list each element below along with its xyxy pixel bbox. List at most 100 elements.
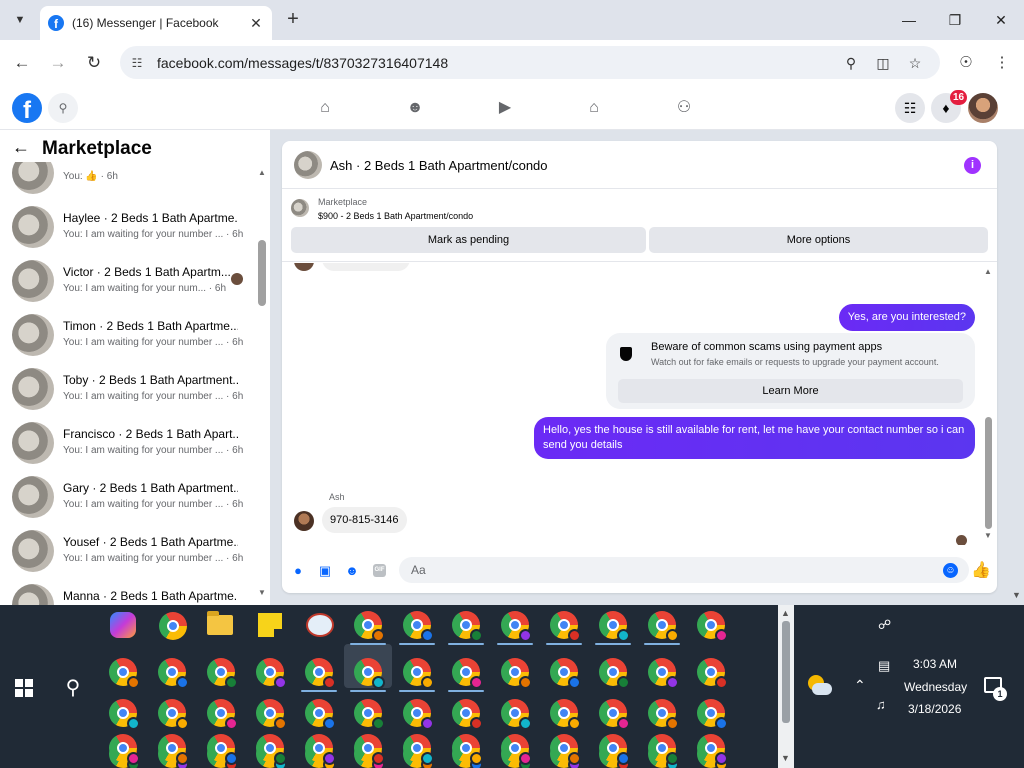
search-icon[interactable]: ⚲ — [48, 93, 78, 123]
install-icon[interactable]: ◫ — [873, 53, 893, 73]
minimize-icon[interactable]: — — [894, 8, 924, 32]
photo-icon[interactable]: ▣ — [317, 563, 333, 579]
conversation-list-scrollbar[interactable]: ▲ ▼ — [258, 168, 266, 600]
new-tab-icon[interactable]: + — [282, 9, 304, 31]
thumbs-up-icon[interactable]: 👍 — [971, 561, 991, 581]
chrome-profile-icon[interactable] — [109, 699, 140, 730]
url-text[interactable]: facebook.com/messages/t/8370327316407148 — [157, 55, 448, 71]
search-icon[interactable]: ⚲ — [60, 675, 86, 701]
chrome-profile-icon[interactable] — [403, 611, 434, 642]
gaming-icon[interactable]: ⚇ — [672, 96, 696, 120]
outgoing-message[interactable]: Yes, are you interested? — [838, 304, 975, 331]
chrome-profile-icon[interactable] — [207, 658, 238, 689]
chrome-profile-icon[interactable] — [354, 699, 385, 730]
chrome-profile-icon[interactable] — [697, 611, 728, 642]
chrome-profile-icon[interactable] — [599, 611, 630, 642]
chrome-profile-icon[interactable] — [550, 611, 581, 642]
chrome-profile-icon[interactable] — [354, 734, 385, 765]
back-arrow-icon[interactable]: ← — [12, 138, 30, 156]
chrome-profile-icon[interactable] — [648, 734, 679, 765]
chat-scrollbar[interactable]: ▲ ▼ — [983, 267, 993, 540]
chrome-profile-icon[interactable] — [354, 658, 385, 689]
chrome-profile-icon[interactable] — [207, 699, 238, 730]
weather-icon[interactable] — [806, 675, 832, 697]
close-icon[interactable]: ✕ — [248, 15, 264, 32]
clock-day[interactable]: Wednesday — [904, 680, 967, 694]
scroll-up-icon[interactable]: ▲ — [781, 608, 790, 618]
chrome-profile-icon[interactable] — [550, 699, 581, 730]
emoji-icon[interactable]: ☺ — [943, 563, 958, 578]
page-scroll-down-icon[interactable]: ▼ — [1012, 590, 1021, 600]
sticky-notes-icon[interactable] — [258, 613, 282, 637]
chrome-profile-icon[interactable] — [158, 658, 189, 689]
network-icon[interactable]: ▤ — [878, 658, 890, 674]
chrome-profile-icon[interactable] — [550, 734, 581, 765]
file-explorer-icon[interactable] — [207, 611, 233, 635]
chrome-profile-icon[interactable] — [305, 699, 336, 730]
chrome-profile-icon[interactable] — [305, 734, 336, 765]
chrome-profile-icon[interactable] — [648, 611, 679, 642]
browser-tab[interactable]: f (16) Messenger | Facebook ✕ — [40, 6, 272, 40]
chrome-profile-icon[interactable] — [403, 734, 434, 765]
snipping-tool-icon[interactable] — [306, 613, 334, 637]
list-item[interactable]: Yousef · 2 Beds 1 Bath Apartme... You: I… — [0, 526, 256, 580]
list-item[interactable]: Manna · 2 Beds 1 Bath Apartme... — [0, 580, 256, 605]
scroll-up-icon[interactable]: ▲ — [258, 168, 266, 177]
scrollbar-thumb[interactable] — [258, 240, 266, 306]
forward-icon[interactable]: → — [46, 51, 70, 75]
account-avatar[interactable] — [968, 93, 998, 123]
listing-thumbnail[interactable] — [291, 199, 309, 217]
scroll-down-icon[interactable]: ▼ — [984, 531, 992, 540]
chrome-profile-icon[interactable] — [501, 658, 532, 689]
back-icon[interactable]: ← — [10, 51, 34, 75]
chrome-profile-icon[interactable] — [354, 611, 385, 642]
site-info-icon[interactable]: ☷ — [128, 54, 146, 72]
chrome-profile-icon[interactable] — [697, 734, 728, 765]
clock-date[interactable]: 3/18/2026 — [908, 702, 961, 716]
sender-avatar[interactable] — [294, 511, 314, 531]
reload-icon[interactable]: ↻ — [82, 51, 106, 75]
apps-grid-icon[interactable]: ☷ — [895, 93, 925, 123]
chrome-profile-icon[interactable] — [158, 734, 189, 765]
scroll-up-icon[interactable]: ▲ — [984, 267, 992, 276]
chevron-up-icon[interactable]: ⌃ — [854, 677, 866, 694]
list-item[interactable]: Victor · 2 Beds 1 Bath Apartm... You: I … — [0, 256, 256, 310]
meet-now-icon[interactable]: ☍ — [878, 617, 891, 633]
list-item[interactable]: Haylee · 2 Beds 1 Bath Apartme... You: I… — [0, 202, 256, 256]
clock-time[interactable]: 3:03 AM — [913, 657, 957, 671]
scrollbar-thumb[interactable] — [782, 621, 790, 723]
chrome-profile-icon[interactable] — [256, 699, 287, 730]
chrome-profile-icon[interactable] — [256, 734, 287, 765]
chrome-profile-icon[interactable] — [452, 699, 483, 730]
friends-icon[interactable]: ☻ — [403, 96, 427, 120]
chrome-profile-icon[interactable] — [599, 699, 630, 730]
scroll-down-icon[interactable]: ▼ — [258, 588, 266, 597]
sticker-icon[interactable]: ☻ — [344, 563, 360, 579]
chrome-profile-icon[interactable] — [599, 658, 630, 689]
menu-icon[interactable]: ⋮ — [991, 52, 1013, 74]
marketplace-icon[interactable]: ⌂ — [582, 96, 606, 120]
chrome-icon[interactable] — [159, 612, 187, 640]
video-icon[interactable]: ▶ — [493, 96, 517, 120]
chrome-profile-icon[interactable] — [452, 734, 483, 765]
list-item[interactable]: Gary · 2 Beds 1 Bath Apartment... You: I… — [0, 472, 256, 526]
list-item[interactable]: Francisco · 2 Beds 1 Bath Apart... You: … — [0, 418, 256, 472]
mark-as-pending-button[interactable]: Mark as pending — [291, 227, 646, 253]
bookmark-star-icon[interactable]: ☆ — [905, 53, 925, 73]
windows-start-icon[interactable] — [15, 679, 33, 697]
more-options-button[interactable]: More options — [649, 227, 988, 253]
chrome-profile-icon[interactable] — [697, 699, 728, 730]
chrome-profile-icon[interactable] — [648, 699, 679, 730]
restore-icon[interactable]: ❐ — [940, 8, 970, 32]
list-item[interactable]: Timon · 2 Beds 1 Bath Apartme... You: I … — [0, 310, 256, 364]
scroll-down-icon[interactable]: ▼ — [781, 753, 790, 763]
chat-title[interactable]: Ash · 2 Beds 1 Bath Apartment/condo — [330, 158, 548, 173]
chrome-profile-icon[interactable] — [501, 699, 532, 730]
chrome-profile-icon[interactable] — [256, 658, 287, 689]
home-icon[interactable]: ⌂ — [313, 96, 337, 120]
chrome-profile-icon[interactable] — [109, 734, 140, 765]
info-icon[interactable]: i — [964, 157, 981, 174]
learn-more-button[interactable]: Learn More — [618, 379, 963, 403]
omnibox[interactable]: ☷ facebook.com/messages/t/83703273164071… — [120, 46, 940, 79]
chrome-profile-icon[interactable] — [207, 734, 238, 765]
